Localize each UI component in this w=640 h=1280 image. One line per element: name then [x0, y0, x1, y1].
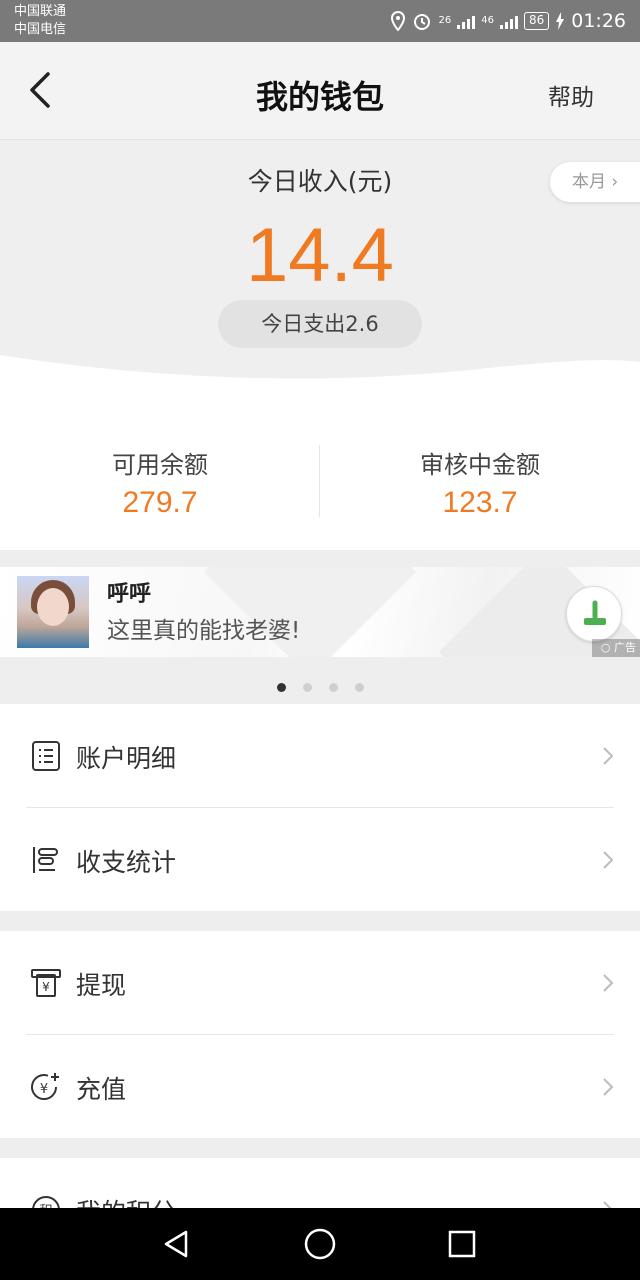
chevron-right-icon — [603, 747, 614, 765]
statistics-icon — [33, 847, 58, 873]
month-filter-button[interactable]: 本月 › — [550, 162, 640, 202]
nav-home-icon[interactable] — [302, 1226, 338, 1262]
recharge-icon: ¥ — [31, 1073, 59, 1101]
wave-divider — [0, 355, 640, 430]
ad-banner[interactable]: 呼呼 这里真的能找老婆! ○ 广告 — [0, 567, 640, 657]
nav-back-icon[interactable] — [160, 1228, 192, 1260]
ad-tag: ○ 广告 — [592, 639, 640, 657]
pending-amount-label: 审核中金额 — [420, 451, 540, 479]
ad-avatar — [17, 576, 89, 648]
app-bar: 我的钱包 帮助 — [0, 42, 640, 140]
carousel-indicator — [0, 670, 640, 704]
available-balance-value: 279.7 — [122, 486, 198, 519]
nav-recents-icon[interactable] — [446, 1228, 478, 1260]
menu-group-funds: ¥ 提现 ¥ 充值 — [0, 931, 640, 1138]
svg-text:¥: ¥ — [42, 980, 50, 994]
avatar-face — [37, 588, 69, 626]
carousel-dot[interactable] — [354, 682, 364, 692]
download-button[interactable] — [566, 586, 622, 642]
battery-icon: 86 — [523, 12, 550, 30]
menu-item-withdraw[interactable]: ¥ 提现 — [0, 931, 640, 1035]
network-type-1: 26 — [438, 15, 452, 26]
status-icons: 26 46 86 01:26 — [390, 0, 626, 42]
ad-tag-label: 广告 — [614, 641, 636, 654]
month-filter-label: 本月 — [572, 172, 606, 192]
today-income-value: 14.4 — [246, 213, 394, 298]
menu-group-records: 账户明细 收支统计 — [0, 704, 640, 911]
today-income-label: 今日收入(元) — [247, 167, 393, 196]
carrier-2: 中国电信 — [14, 22, 67, 37]
alarm-icon — [414, 14, 431, 30]
ad-title: 呼呼 — [107, 582, 152, 607]
available-balance[interactable]: 可用余额 279.7 — [0, 445, 320, 520]
charging-icon — [556, 12, 565, 30]
svg-text:¥: ¥ — [40, 1082, 48, 1097]
today-expense-badge: 今日支出2.6 — [218, 300, 422, 348]
ad-description: 这里真的能找老婆! — [107, 618, 301, 644]
signal-icon-2 — [499, 13, 518, 29]
carrier-info: 中国联通 中国电信 — [14, 3, 66, 39]
system-navigation-bar — [0, 1208, 640, 1280]
menu-item-label: 收支统计 — [76, 848, 177, 877]
clock: 01:26 — [571, 10, 626, 32]
pending-amount-value: 123.7 — [442, 486, 518, 519]
network-type-2: 46 — [481, 15, 494, 26]
page-title: 我的钱包 — [255, 78, 384, 116]
menu-item-label: 提现 — [76, 971, 127, 1000]
carousel-dot-active[interactable] — [276, 682, 286, 692]
carousel-dot[interactable] — [328, 682, 338, 692]
chevron-right-icon — [603, 1078, 614, 1096]
withdraw-icon: ¥ — [31, 969, 61, 997]
chevron-right-icon — [603, 974, 614, 992]
menu-item-account-details[interactable]: 账户明细 — [0, 704, 640, 808]
signal-icon-1 — [457, 13, 476, 29]
pending-amount[interactable]: 审核中金额 123.7 — [320, 445, 640, 520]
available-balance-label: 可用余额 — [112, 451, 208, 479]
list-detail-icon — [32, 741, 60, 771]
menu-item-statistics[interactable]: 收支统计 — [0, 808, 640, 912]
wallet-summary: 今日收入(元) 本月 › 14.4 今日支出2.6 可用余额 279.7 审核中… — [0, 140, 640, 550]
status-bar: 中国联通 中国电信 26 46 86 01:26 — [0, 0, 640, 42]
download-icon — [584, 600, 606, 625]
menu-item-recharge[interactable]: ¥ 充值 — [0, 1035, 640, 1139]
location-icon — [391, 11, 406, 31]
menu-item-label: 账户明细 — [76, 744, 177, 773]
help-button[interactable]: 帮助 — [548, 78, 594, 112]
chevron-right-icon — [603, 851, 614, 869]
refresh-icon: ○ — [600, 641, 611, 654]
carrier-1: 中国联通 — [14, 4, 67, 19]
carousel-dot[interactable] — [302, 682, 312, 692]
chevron-right-icon: › — [611, 172, 619, 192]
menu-item-label: 充值 — [76, 1075, 127, 1104]
